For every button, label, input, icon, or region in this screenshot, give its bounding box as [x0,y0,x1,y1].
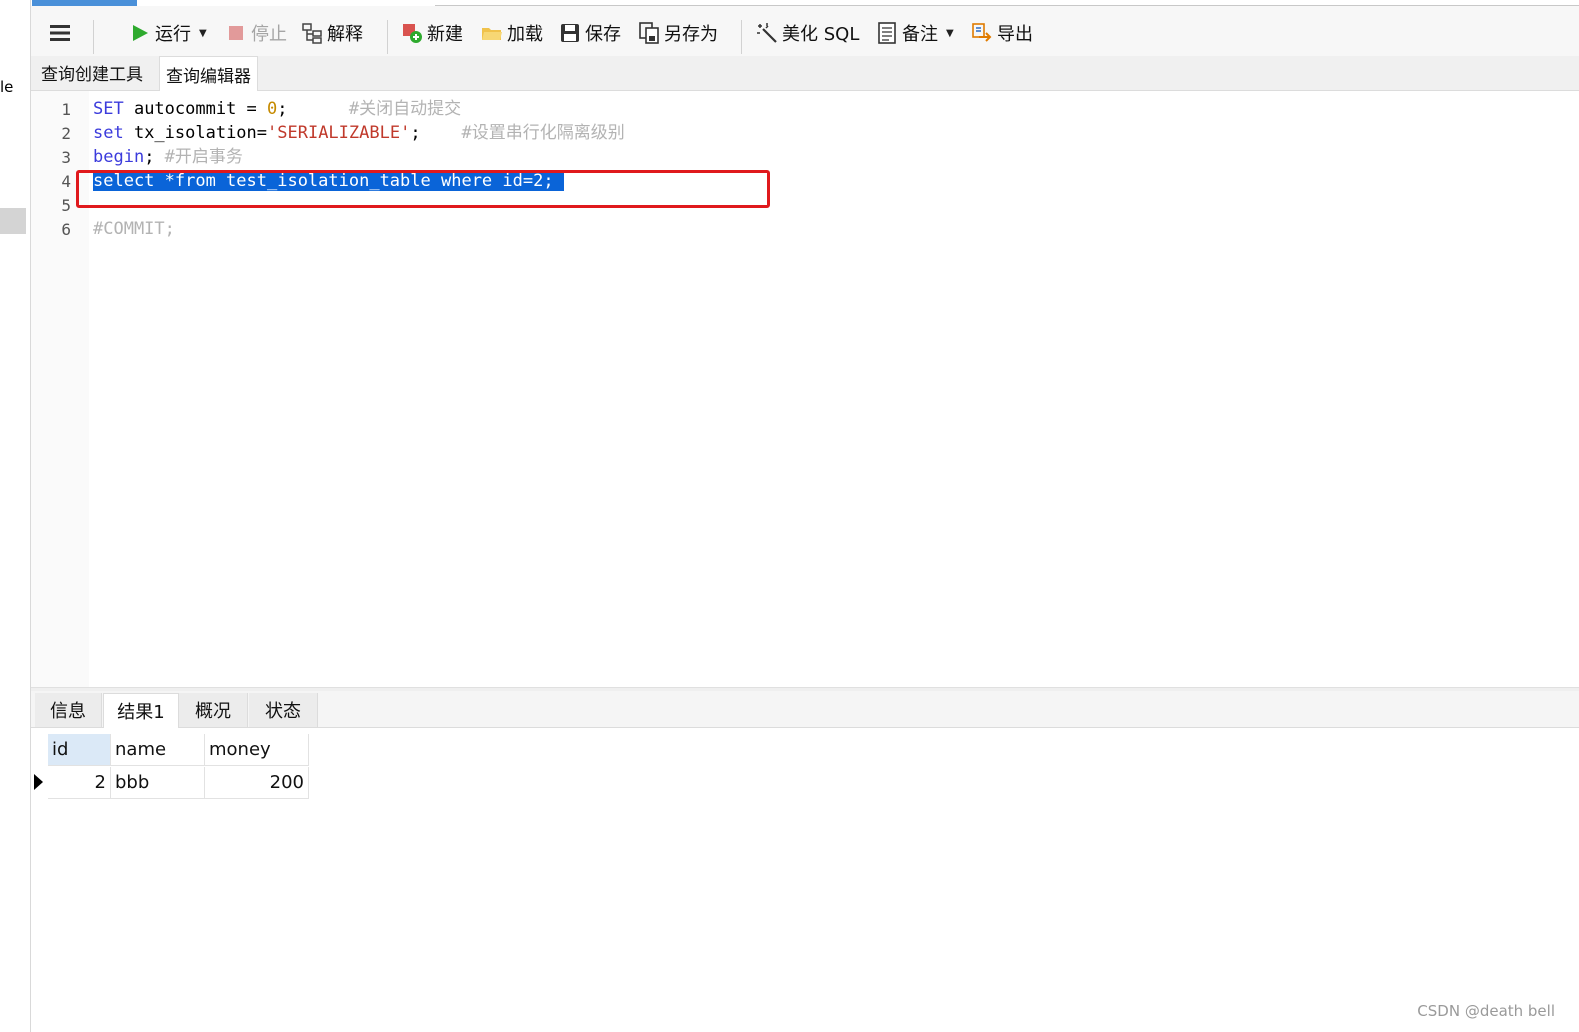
line-number: 6 [61,220,71,239]
play-icon [129,22,151,44]
column-header-money[interactable]: money [205,734,309,766]
line-number: 5 [61,196,71,215]
folder-open-icon [481,22,503,44]
run-button[interactable]: 运行 ▼ [129,20,207,46]
editor-mode-tabs: 查询创建工具 查询编辑器 [31,56,1579,91]
code-token: #关闭自动提交 [348,99,462,119]
menu-button[interactable] [49,20,71,46]
code-line[interactable]: #COMMIT; [93,218,175,240]
export-icon [971,22,993,44]
tab-profile[interactable]: 概况 [179,693,248,727]
export-button[interactable]: 导出 [971,20,1033,46]
load-label: 加载 [507,24,543,45]
beautify-sql-label: 美化 SQL [782,24,860,45]
code-token: ; [277,99,349,119]
save-button[interactable]: 保存 [559,20,621,46]
save-as-button[interactable]: 另存为 [638,20,718,46]
column-header-name[interactable]: name [111,734,205,766]
note-label: 备注 [902,24,938,45]
line-number: 3 [61,148,71,167]
current-row-indicator-icon [34,774,43,790]
toolbar-separator [741,20,742,54]
load-button[interactable]: 加载 [481,20,543,46]
code-token: #COMMIT; [93,219,175,239]
table-cell-id[interactable]: 2 [48,767,111,799]
stop-icon [225,22,247,44]
export-label: 导出 [997,24,1033,45]
code-token: tx_isolation= [123,123,268,143]
save-icon [559,22,581,44]
line-number: 1 [61,100,71,119]
result-tabs: 信息 结果1 概况 状态 [31,691,1579,728]
watermark: CSDN @death bell [1417,1002,1555,1020]
run-label: 运行 [155,24,191,45]
sql-editor[interactable]: 1 SET autocommit = 0; #关闭自动提交 2 set tx_isol… [31,91,1579,687]
column-header-id[interactable]: id [48,734,111,766]
tab-query-editor[interactable]: 查询编辑器 [159,56,258,91]
tab-query-builder[interactable]: 查询创建工具 [35,56,149,89]
sidebar-truncated-label: le [0,78,14,96]
toolbar-separator [387,20,388,54]
code-token: set [93,123,124,143]
note-icon [876,22,898,44]
new-query-icon [401,22,423,44]
tab-info[interactable]: 信息 [35,693,102,727]
explain-icon [301,22,323,44]
query-toolbar: 运行 ▼ 停止 解释 新建 加载 保存 另存为 美化 SQL 备注 ▼ 导出 [31,6,1579,56]
explain-label: 解释 [327,24,363,45]
save-as-label: 另存为 [664,24,718,45]
run-dropdown-chevron-icon[interactable]: ▼ [199,28,207,39]
code-token: ; [410,123,462,143]
line-number: 4 [61,172,71,191]
highlight-annotation-box [76,170,770,208]
code-line[interactable]: SET autocommit = 0; #关闭自动提交 [93,98,461,120]
code-token: ; [144,147,165,167]
code-token: begin [93,147,145,167]
note-dropdown-chevron-icon[interactable]: ▼ [946,28,954,39]
code-token: autocommit = [123,99,268,119]
stop-label: 停止 [251,24,287,45]
note-button[interactable]: 备注 ▼ [876,20,954,46]
explain-button[interactable]: 解释 [301,20,363,46]
code-line[interactable]: begin; #开启事务 [93,146,243,168]
table-cell-name[interactable]: bbb [111,767,205,799]
hamburger-menu-icon [49,22,71,44]
code-token: #开启事务 [164,147,243,167]
tab-status[interactable]: 状态 [249,693,318,727]
new-query-button[interactable]: 新建 [401,20,463,46]
code-token: 0 [267,99,278,119]
tab-result1[interactable]: 结果1 [103,693,179,728]
table-cell-money[interactable]: 200 [205,767,309,799]
sidebar-selected-item[interactable] [0,208,26,234]
save-label: 保存 [585,24,621,45]
left-panel-strip: le [0,0,31,1032]
line-number: 2 [61,124,71,143]
toolbar-separator [93,20,94,54]
save-as-icon [638,22,660,44]
code-token: 'SERIALIZABLE' [267,123,411,143]
stop-button[interactable]: 停止 [225,20,287,46]
code-line[interactable]: set tx_isolation='SERIALIZABLE'; #设置串行化隔… [93,122,625,144]
code-token: SET [93,99,124,119]
magic-wand-icon [756,22,778,44]
code-token: #设置串行化隔离级别 [461,123,625,143]
beautify-sql-button[interactable]: 美化 SQL [756,20,859,46]
new-query-label: 新建 [427,24,463,45]
